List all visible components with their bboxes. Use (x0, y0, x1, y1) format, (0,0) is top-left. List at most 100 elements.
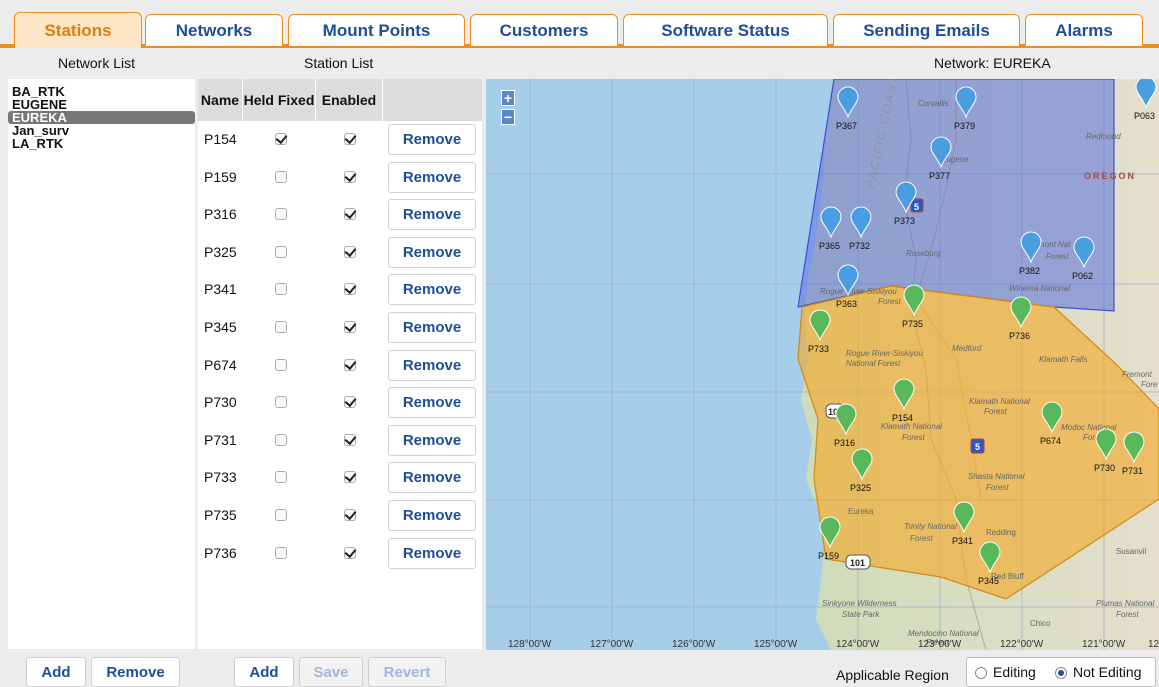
not-editing-radio[interactable] (1055, 667, 1067, 679)
station-list-heading: Station List (304, 55, 374, 71)
marker-label: P159 (818, 551, 839, 561)
zoom-in-button[interactable]: + (501, 90, 515, 106)
marker-label: P373 (894, 216, 915, 226)
map-view[interactable]: Corvallis Redmond OREGON Eugene Roseburg… (486, 79, 1159, 650)
enabled-checkbox[interactable] (344, 208, 356, 221)
station-name: P736 (204, 544, 237, 561)
map-label: Susanvil (1116, 547, 1146, 556)
map-label: OREGON (1084, 171, 1136, 181)
longitude-label: 123°00'W (918, 639, 962, 650)
table-row: P733 Remove (198, 459, 482, 496)
remove-station-button[interactable]: Remove (388, 537, 476, 569)
remove-station-button[interactable]: Remove (388, 462, 476, 494)
station-name: P735 (204, 507, 237, 523)
map-label: Forest (902, 433, 925, 442)
map-label: Rogue River-Siskiyou (846, 349, 923, 358)
tab-mount-points[interactable]: Mount Points (288, 14, 465, 46)
enabled-checkbox[interactable] (344, 170, 356, 183)
network-list[interactable]: BA_RTK EUGENE EUREKA Jan_surv LA_RTK (8, 79, 195, 649)
remove-station-button[interactable]: Remove (388, 424, 476, 456)
enabled-checkbox[interactable] (344, 283, 356, 296)
table-row: P731 Remove (198, 422, 482, 459)
remove-station-button[interactable]: Remove (388, 500, 476, 531)
held-fixed-checkbox[interactable] (275, 471, 287, 484)
enabled-checkbox[interactable] (344, 358, 356, 371)
remove-station-button[interactable]: Remove (388, 387, 476, 419)
held-fixed-checkbox[interactable] (275, 170, 287, 183)
editing-radio[interactable] (975, 667, 987, 679)
not-editing-label[interactable]: Not Editing (1073, 664, 1141, 680)
marker-label: P732 (849, 241, 870, 251)
table-row: P345 Remove (198, 309, 482, 346)
enabled-checkbox[interactable] (344, 433, 356, 446)
highway-label: 5 (914, 202, 919, 212)
remove-station-button[interactable]: Remove (388, 349, 476, 381)
zoom-out-button[interactable]: − (501, 109, 515, 125)
map-label: Chico (1030, 619, 1051, 628)
tab-stations[interactable]: Stations (14, 12, 142, 48)
held-fixed-checkbox[interactable] (275, 245, 287, 258)
highway-label: 5 (975, 442, 980, 452)
enabled-checkbox[interactable] (344, 546, 356, 559)
marker-label: P367 (836, 121, 857, 131)
station-name: P154 (204, 131, 237, 147)
held-fixed-checkbox[interactable] (275, 509, 287, 521)
marker-label: P730 (1094, 463, 1115, 473)
tab-networks[interactable]: Networks (145, 14, 283, 46)
network-list-heading: Network List (58, 55, 136, 71)
enabled-checkbox[interactable] (344, 245, 356, 258)
editing-label[interactable]: Editing (993, 664, 1036, 680)
station-name: P159 (204, 168, 237, 185)
enabled-checkbox[interactable] (344, 509, 356, 521)
tab-alarms[interactable]: Alarms (1025, 14, 1143, 46)
station-name: P325 (204, 243, 237, 260)
remove-station-button[interactable]: Remove (388, 236, 476, 268)
map-label: Fremont (1122, 370, 1153, 379)
station-revert-button[interactable]: Revert (368, 657, 446, 687)
marker-label: P736 (1009, 331, 1030, 341)
marker-label: P377 (929, 171, 950, 181)
network-remove-button[interactable]: Remove (91, 657, 180, 687)
remove-station-button[interactable]: Remove (388, 199, 476, 231)
enabled-checkbox[interactable] (344, 133, 356, 145)
marker-label: P382 (1019, 266, 1040, 276)
held-fixed-checkbox[interactable] (275, 433, 287, 446)
enabled-checkbox[interactable] (344, 396, 356, 409)
held-fixed-checkbox[interactable] (275, 546, 287, 559)
marker-label: P062 (1072, 271, 1093, 281)
tab-bar: Stations Networks Mount Points Customers… (0, 0, 1159, 48)
station-add-button[interactable]: Add (234, 657, 294, 687)
network-add-button[interactable]: Add (26, 657, 86, 687)
held-fixed-checkbox[interactable] (275, 321, 287, 333)
longitude-label: 122°00'W (1000, 639, 1044, 650)
remove-station-button[interactable]: Remove (388, 312, 476, 343)
marker-label: P735 (902, 319, 923, 329)
remove-station-button[interactable]: Remove (388, 161, 476, 193)
remove-station-button[interactable]: Remove (388, 124, 476, 155)
region-mode-group: Editing Not Editing (966, 657, 1156, 687)
map-label: Shasta National (968, 472, 1025, 481)
held-fixed-checkbox[interactable] (275, 396, 287, 409)
remove-station-button[interactable]: Remove (388, 274, 476, 306)
tab-software-status[interactable]: Software Status (623, 14, 828, 46)
network-item[interactable]: LA_RTK (8, 137, 195, 150)
table-row: P341 Remove (198, 271, 482, 308)
tab-customers[interactable]: Customers (470, 14, 618, 46)
map-label: Klamath National (881, 422, 942, 431)
map-canvas[interactable]: Corvallis Redmond OREGON Eugene Roseburg… (486, 79, 1159, 650)
col-name-header: Name (200, 91, 240, 108)
tab-sending-emails[interactable]: Sending Emails (833, 14, 1020, 46)
held-fixed-checkbox[interactable] (275, 358, 287, 371)
longitude-label: 121°00'W (1082, 639, 1126, 650)
held-fixed-checkbox[interactable] (275, 208, 287, 221)
held-fixed-checkbox[interactable] (275, 283, 287, 296)
enabled-checkbox[interactable] (344, 471, 356, 484)
station-name: P345 (204, 319, 237, 335)
enabled-checkbox[interactable] (344, 321, 356, 333)
map-label: Forest (1046, 252, 1069, 261)
held-fixed-checkbox[interactable] (275, 133, 287, 145)
station-name: P674 (204, 356, 237, 373)
map-label: Forest (1116, 610, 1139, 619)
longitude-label: 126°00'W (672, 639, 716, 650)
station-save-button[interactable]: Save (299, 657, 363, 687)
